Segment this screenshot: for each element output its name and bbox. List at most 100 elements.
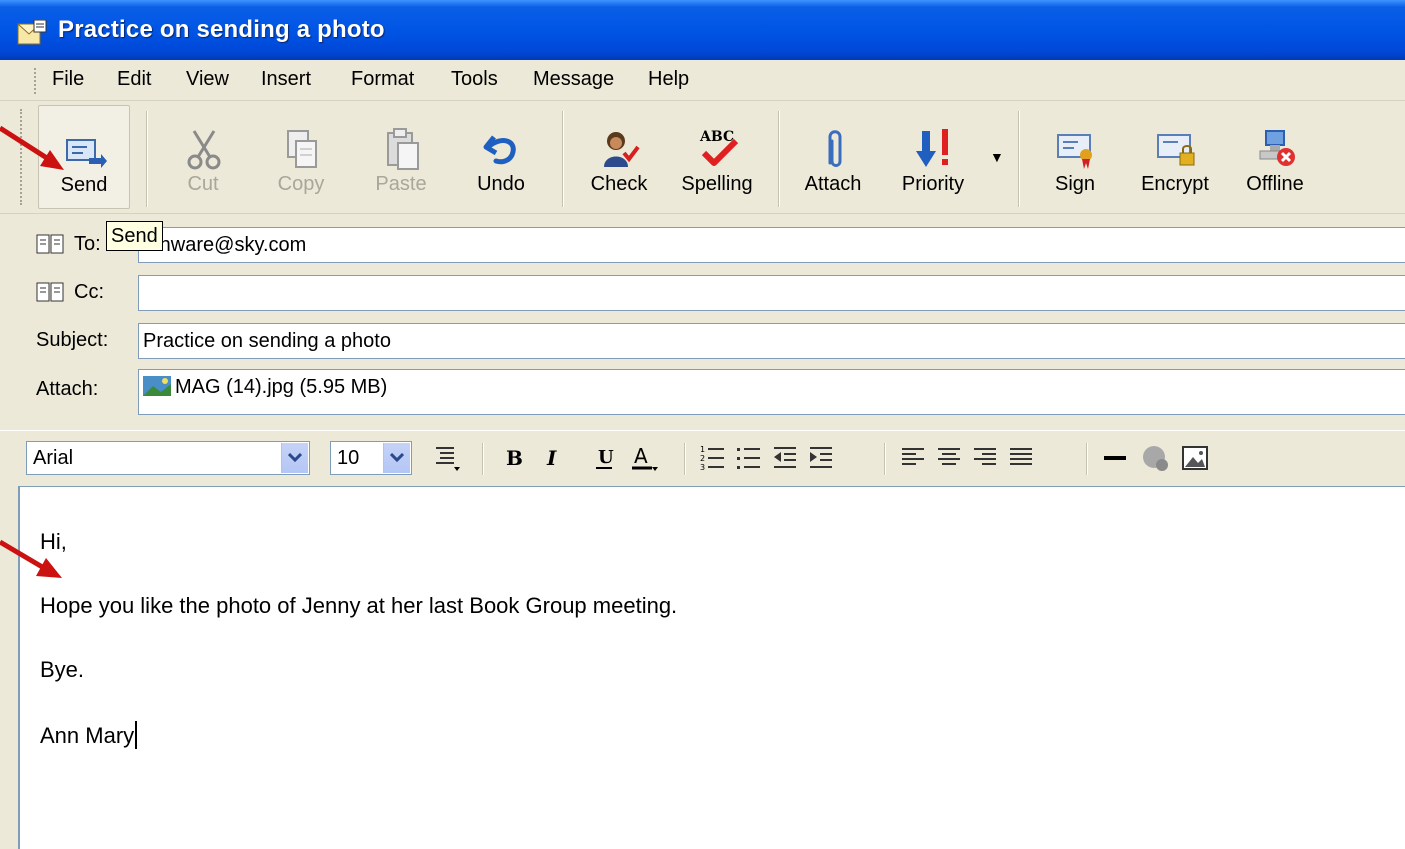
undo-icon — [483, 135, 516, 165]
increase-indent-icon[interactable] — [806, 443, 836, 473]
copy-button[interactable]: Copy — [256, 105, 346, 207]
bold-icon[interactable]: B — [498, 443, 528, 473]
sign-button[interactable]: Sign — [1030, 105, 1120, 207]
paragraph-style-icon[interactable] — [432, 443, 462, 473]
italic-icon[interactable]: I — [538, 443, 568, 473]
attach-label: Attach — [804, 173, 862, 195]
to-value: ...nware@sky.com — [143, 234, 307, 256]
align-left-icon[interactable] — [898, 443, 928, 473]
offline-label: Offline — [1246, 173, 1304, 195]
body-line: Ann Mary — [40, 721, 138, 749]
subject-field[interactable]: Practice on sending a photo — [138, 323, 1405, 359]
spelling-button[interactable]: ABC Spelling — [672, 105, 762, 207]
menu-help[interactable]: Help — [648, 68, 689, 91]
svg-text:3: 3 — [700, 463, 705, 472]
align-center-icon[interactable] — [934, 443, 964, 473]
horizontal-line-icon[interactable] — [1100, 443, 1130, 473]
underline-icon[interactable]: U — [590, 443, 620, 473]
address-book-icon[interactable] — [36, 281, 66, 303]
menu-message[interactable]: Message — [533, 68, 614, 91]
priority-dropdown-icon[interactable]: ▼ — [990, 149, 1004, 165]
menu-view[interactable]: View — [186, 68, 229, 91]
size-select[interactable]: 10 — [330, 441, 412, 475]
font-select[interactable]: Arial — [26, 441, 310, 475]
check-button[interactable]: Check — [574, 105, 664, 207]
body-line: Bye. — [40, 657, 85, 682]
format-separator — [1086, 443, 1088, 475]
cut-icon — [187, 130, 221, 170]
encrypt-label: Encrypt — [1141, 173, 1209, 195]
address-book-icon[interactable] — [36, 233, 66, 255]
cc-field[interactable] — [138, 275, 1405, 311]
menu-format[interactable]: Format — [351, 68, 414, 91]
priority-button[interactable]: Priority — [888, 105, 978, 207]
toolbar-separator — [146, 111, 148, 207]
menu-insert[interactable]: Insert — [261, 68, 311, 91]
toolbar-separator — [1018, 111, 1020, 207]
numbered-list-icon[interactable]: 123 — [698, 443, 728, 473]
insert-picture-icon[interactable] — [1180, 443, 1210, 473]
copy-label: Copy — [277, 173, 325, 195]
menu-tools[interactable]: Tools — [451, 68, 498, 91]
cc-label[interactable]: Cc: — [74, 281, 104, 304]
font-dropdown-button[interactable] — [281, 443, 308, 473]
chevron-down-icon — [288, 453, 302, 463]
svg-text:B: B — [506, 446, 523, 470]
svg-text:U: U — [598, 447, 614, 468]
sign-icon — [1057, 134, 1092, 169]
bulleted-list-icon[interactable] — [734, 443, 764, 473]
attachment-name[interactable]: MAG (14).jpg (5.95 MB) — [175, 376, 387, 398]
format-separator — [684, 443, 686, 475]
align-right-icon[interactable] — [970, 443, 1000, 473]
encrypt-icon — [1157, 134, 1195, 166]
to-field[interactable]: ...nware@sky.com — [138, 227, 1405, 263]
send-tooltip: Send — [106, 221, 163, 251]
paste-label: Paste — [375, 173, 427, 195]
subject-label: Subject: — [36, 329, 109, 351]
priority-label: Priority — [901, 173, 965, 195]
svg-text:2: 2 — [700, 454, 705, 463]
svg-text:A: A — [634, 444, 648, 468]
hyperlink-icon[interactable] — [1140, 443, 1170, 473]
sign-label: Sign — [1054, 173, 1096, 195]
toolbar: Send Cut Copy Paste Undo Check ABC Spell… — [0, 101, 1405, 214]
to-label[interactable]: To: — [74, 233, 101, 256]
signature-text: Ann Mary — [40, 723, 135, 748]
cut-button[interactable]: Cut — [158, 105, 248, 207]
image-file-icon — [143, 376, 171, 396]
new-message-icon — [16, 20, 47, 45]
text-cursor — [135, 721, 138, 749]
font-color-icon[interactable]: A — [630, 443, 660, 473]
body-line: Hope you like the photo of Jenny at her … — [40, 593, 678, 618]
chevron-down-icon — [390, 453, 404, 463]
formatting-bar: Arial 10 B I U A 123 — [0, 430, 1405, 485]
font-value: Arial — [33, 447, 74, 469]
attach-label: Attach: — [36, 378, 99, 400]
svg-text:I: I — [546, 446, 557, 470]
copy-icon — [287, 130, 317, 168]
attach-button[interactable]: Attach — [788, 105, 878, 207]
encrypt-button[interactable]: Encrypt — [1130, 105, 1220, 207]
title-bar[interactable]: Practice on sending a photo — [0, 0, 1405, 60]
offline-icon — [1259, 130, 1295, 166]
decrease-indent-icon[interactable] — [770, 443, 800, 473]
subject-value: Practice on sending a photo — [143, 330, 391, 352]
spelling-label: Spelling — [681, 173, 753, 195]
message-body[interactable]: Hi, Hope you like the photo of Jenny at … — [18, 486, 1405, 849]
paste-icon — [387, 128, 419, 170]
attach-field[interactable]: MAG (14).jpg (5.95 MB) — [138, 369, 1405, 415]
justify-icon[interactable] — [1006, 443, 1036, 473]
undo-button[interactable]: Undo — [456, 105, 546, 207]
attach-icon — [828, 130, 842, 167]
format-separator — [884, 443, 886, 475]
paste-button[interactable]: Paste — [356, 105, 446, 207]
offline-button[interactable]: Offline — [1230, 105, 1320, 207]
menu-grip[interactable] — [34, 68, 39, 94]
menu-edit[interactable]: Edit — [117, 68, 151, 91]
menu-file[interactable]: File — [52, 68, 84, 91]
priority-icon — [916, 129, 948, 167]
toolbar-separator — [778, 111, 780, 207]
svg-text:ABC: ABC — [699, 129, 734, 145]
toolbar-separator — [562, 111, 564, 207]
size-dropdown-button[interactable] — [383, 443, 410, 473]
